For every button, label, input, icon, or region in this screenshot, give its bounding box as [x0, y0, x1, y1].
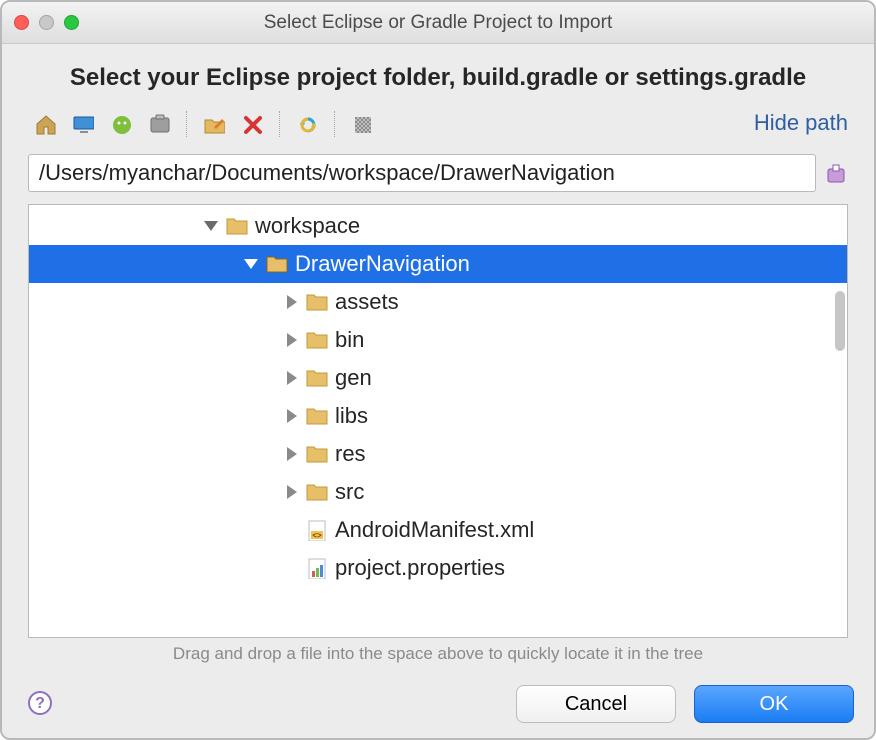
ok-button[interactable]: OK — [694, 685, 854, 723]
tree-label: res — [335, 441, 366, 467]
cancel-button[interactable]: Cancel — [516, 685, 676, 723]
project-button[interactable] — [142, 109, 176, 139]
tree-file-properties[interactable]: project.properties — [29, 549, 847, 587]
tree-label: gen — [335, 365, 372, 391]
folder-icon — [303, 405, 331, 427]
tree-folder-gen[interactable]: gen — [29, 359, 847, 397]
home-button[interactable] — [28, 109, 62, 139]
traffic-lights — [14, 15, 79, 30]
toolbar — [28, 106, 848, 142]
show-hidden-button[interactable] — [345, 109, 379, 139]
dialog-footer: Cancel OK — [2, 674, 874, 738]
toolbar-separator — [334, 111, 335, 137]
expand-toggle-icon[interactable] — [279, 481, 303, 503]
hide-path-link[interactable]: Hide path — [754, 110, 848, 136]
history-button[interactable] — [822, 160, 848, 186]
expand-toggle-icon[interactable] — [279, 367, 303, 389]
tree-label: workspace — [255, 213, 360, 239]
folder-icon — [303, 443, 331, 465]
expand-toggle-icon[interactable] — [279, 405, 303, 427]
dialog-window: Select Eclipse or Gradle Project to Impo… — [0, 0, 876, 740]
tree-folder-assets[interactable]: assets — [29, 283, 847, 321]
tree-label: project.properties — [335, 555, 505, 581]
folder-icon — [263, 253, 291, 275]
tree-label: libs — [335, 403, 368, 429]
drop-hint: Drag and drop a file into the space abov… — [28, 644, 848, 664]
scrollbar-track[interactable] — [835, 211, 845, 631]
expand-toggle-icon[interactable] — [279, 291, 303, 313]
path-input[interactable] — [28, 154, 816, 192]
folder-icon — [303, 329, 331, 351]
folder-icon — [303, 481, 331, 503]
tree-folder-libs[interactable]: libs — [29, 397, 847, 435]
titlebar: Select Eclipse or Gradle Project to Impo… — [2, 2, 874, 44]
tree-file-manifest[interactable]: AndroidManifest.xml — [29, 511, 847, 549]
folder-icon — [223, 215, 251, 237]
folder-icon — [303, 291, 331, 313]
file-tree[interactable]: workspace DrawerNavigation assets bin — [28, 204, 848, 638]
scrollbar-thumb[interactable] — [835, 291, 845, 351]
desktop-button[interactable] — [66, 109, 100, 139]
tree-label: DrawerNavigation — [295, 251, 470, 277]
help-button[interactable] — [26, 689, 56, 719]
folder-icon — [303, 367, 331, 389]
expand-toggle-icon[interactable] — [279, 329, 303, 351]
tree-label: bin — [335, 327, 364, 353]
minimize-window-icon — [39, 15, 54, 30]
window-title: Select Eclipse or Gradle Project to Impo… — [2, 12, 874, 34]
xml-file-icon — [303, 519, 331, 541]
tree-folder-drawernavigation[interactable]: DrawerNavigation — [29, 245, 847, 283]
tree-folder-res[interactable]: res — [29, 435, 847, 473]
dialog-heading: Select your Eclipse project folder, buil… — [28, 64, 848, 92]
toolbar-separator — [279, 111, 280, 137]
properties-file-icon — [303, 557, 331, 579]
new-folder-button[interactable] — [197, 109, 231, 139]
android-sdk-button[interactable] — [104, 109, 138, 139]
expand-toggle-icon[interactable] — [199, 215, 223, 237]
refresh-button[interactable] — [290, 109, 324, 139]
tree-folder-src[interactable]: src — [29, 473, 847, 511]
close-window-icon[interactable] — [14, 15, 29, 30]
tree-label: assets — [335, 289, 399, 315]
expand-toggle-icon[interactable] — [279, 443, 303, 465]
tree-label: src — [335, 479, 364, 505]
delete-button[interactable] — [235, 109, 269, 139]
expand-toggle-icon[interactable] — [239, 253, 263, 275]
tree-label: AndroidManifest.xml — [335, 517, 534, 543]
tree-folder-workspace[interactable]: workspace — [29, 207, 847, 245]
toolbar-separator — [186, 111, 187, 137]
tree-folder-bin[interactable]: bin — [29, 321, 847, 359]
zoom-window-icon[interactable] — [64, 15, 79, 30]
